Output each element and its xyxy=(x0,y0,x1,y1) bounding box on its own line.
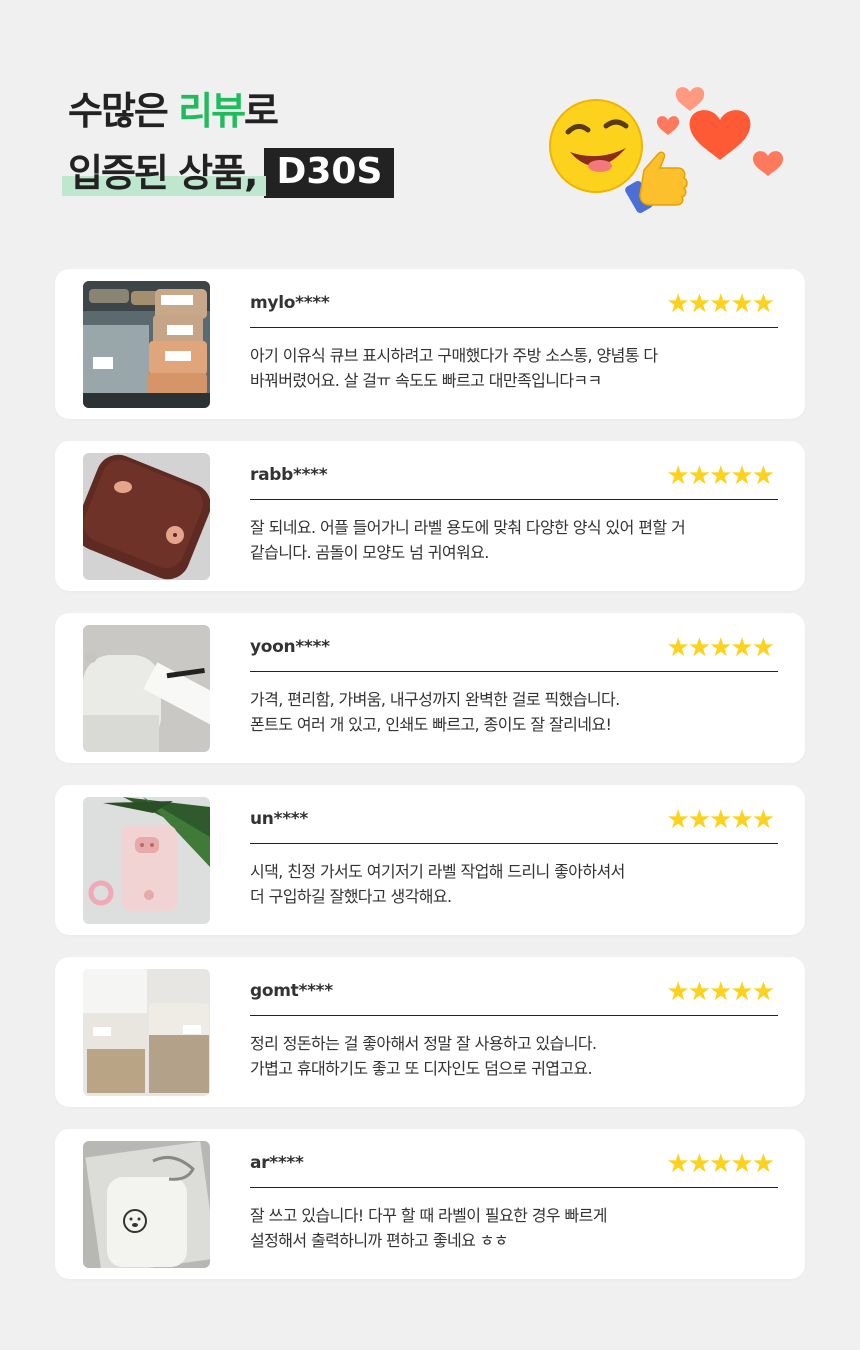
review-photo[interactable] xyxy=(83,797,210,924)
review-text-line: 바꿔버렸어요. 살 걸ㅠ 속도도 빠르고 대만족입니다ㅋㅋ xyxy=(250,371,602,390)
page-header: 수많은 리뷰로 입증된 상품, D30S xyxy=(61,92,395,198)
review-text-line: 잘 되네요. 어플 들어가니 라벨 용도에 맞춰 다양한 양식 있어 편할 거 xyxy=(250,518,686,537)
star-rating: ★★★★★ xyxy=(666,289,775,319)
heart-icon xyxy=(752,151,784,176)
headline-text: 로 xyxy=(244,89,279,133)
review-card: mylo**** ★★★★★ 아기 이유식 큐브 표시하려고 구매했다가 주방 … xyxy=(55,269,805,419)
reviewer-name: mylo**** xyxy=(250,293,330,313)
divider xyxy=(250,499,778,500)
headline-underlined: 입증된 상품, xyxy=(61,151,267,196)
headline-text: 입증된 상품, xyxy=(68,151,258,195)
divider xyxy=(250,671,778,672)
review-card: yoon**** ★★★★★ 가격, 편리함, 가벼움, 내구성까지 완벽한 걸… xyxy=(55,613,805,763)
divider xyxy=(250,327,778,328)
review-photo-image xyxy=(83,969,210,1096)
review-photo[interactable] xyxy=(83,625,210,752)
review-card: gomt**** ★★★★★ 정리 정돈하는 걸 좋아해서 정말 잘 사용하고 … xyxy=(55,957,805,1107)
headline-line-2: 입증된 상품, D30S xyxy=(61,148,395,198)
review-card: ar**** ★★★★★ 잘 쓰고 있습니다! 다꾸 할 때 라벨이 필요한 경… xyxy=(55,1129,805,1279)
review-list: mylo**** ★★★★★ 아기 이유식 큐브 표시하려고 구매했다가 주방 … xyxy=(55,269,805,1301)
star-rating: ★★★★★ xyxy=(666,1149,775,1179)
heart-icon xyxy=(656,116,680,135)
headline-text: 수많은 xyxy=(68,89,179,133)
review-card: un**** ★★★★★ 시댁, 친정 가서도 여기저기 라벨 작업해 드리니 … xyxy=(55,785,805,935)
review-photo-image xyxy=(83,453,210,580)
reviewer-name: ar**** xyxy=(250,1153,304,1173)
review-text: 잘 되네요. 어플 들어가니 라벨 용도에 맞춰 다양한 양식 있어 편할 거 … xyxy=(250,515,778,565)
review-text: 정리 정돈하는 걸 좋아해서 정말 잘 사용하고 있습니다. 가볍고 휴대하기도… xyxy=(250,1031,778,1081)
review-photo[interactable] xyxy=(83,1141,210,1268)
divider xyxy=(250,1187,778,1188)
review-text-line: 정리 정돈하는 걸 좋아해서 정말 잘 사용하고 있습니다. xyxy=(250,1034,597,1053)
review-text-line: 잘 쓰고 있습니다! 다꾸 할 때 라벨이 필요한 경우 빠르게 xyxy=(250,1206,607,1225)
review-text: 가격, 편리함, 가벼움, 내구성까지 완벽한 걸로 픽했습니다. 폰트도 여러… xyxy=(250,687,778,737)
review-text-line: 같습니다. 곰돌이 모양도 넘 귀여워요. xyxy=(250,543,489,562)
model-badge: D30S xyxy=(264,148,395,198)
headline-highlight: 리뷰 xyxy=(178,89,246,133)
divider xyxy=(250,843,778,844)
review-photo-image xyxy=(83,797,210,924)
heart-icon xyxy=(675,87,705,111)
review-text-line: 폰트도 여러 개 있고, 인쇄도 빠르고, 종이도 잘 잘리네요! xyxy=(250,715,612,734)
reviewer-name: yoon**** xyxy=(250,637,330,657)
review-text-line: 아기 이유식 큐브 표시하려고 구매했다가 주방 소스통, 양념통 다 xyxy=(250,346,658,365)
review-text-line: 설정해서 출력하니까 편하고 좋네요 ㅎㅎ xyxy=(250,1231,509,1250)
review-photo-image xyxy=(83,625,210,752)
star-rating: ★★★★★ xyxy=(666,977,775,1007)
reviewer-name: rabb**** xyxy=(250,465,328,485)
headline-line-1: 수많은 리뷰로 xyxy=(68,92,394,130)
star-rating: ★★★★★ xyxy=(666,805,775,835)
heart-icon xyxy=(689,110,751,160)
review-photo[interactable] xyxy=(83,969,210,1096)
reviewer-name: gomt**** xyxy=(250,981,333,1001)
review-text-line: 가볍고 휴대하기도 좋고 또 디자인도 덤으로 귀엽고요. xyxy=(250,1059,593,1078)
winking-emoji-icon xyxy=(549,99,643,193)
review-photo-image xyxy=(83,1141,210,1268)
star-rating: ★★★★★ xyxy=(666,633,775,663)
review-photo[interactable] xyxy=(83,453,210,580)
reviewer-name: un**** xyxy=(250,809,308,829)
star-rating: ★★★★★ xyxy=(666,461,775,491)
divider xyxy=(250,1015,778,1016)
review-text: 아기 이유식 큐브 표시하려고 구매했다가 주방 소스통, 양념통 다 바꿔버렸… xyxy=(250,343,778,393)
review-card: rabb**** ★★★★★ 잘 되네요. 어플 들어가니 라벨 용도에 맞춰 … xyxy=(55,441,805,591)
review-photo-image xyxy=(83,281,210,408)
review-text-line: 시댁, 친정 가서도 여기저기 라벨 작업해 드리니 좋아하셔서 xyxy=(250,862,625,881)
review-text-line: 가격, 편리함, 가벼움, 내구성까지 완벽한 걸로 픽했습니다. xyxy=(250,690,620,709)
decoration xyxy=(549,87,784,214)
review-text-line: 더 구입하길 잘했다고 생각해요. xyxy=(250,887,452,906)
review-text: 잘 쓰고 있습니다! 다꾸 할 때 라벨이 필요한 경우 빠르게 설정해서 출력… xyxy=(250,1203,778,1253)
review-text: 시댁, 친정 가서도 여기저기 라벨 작업해 드리니 좋아하셔서 더 구입하길 … xyxy=(250,859,778,909)
review-photo[interactable] xyxy=(83,281,210,408)
